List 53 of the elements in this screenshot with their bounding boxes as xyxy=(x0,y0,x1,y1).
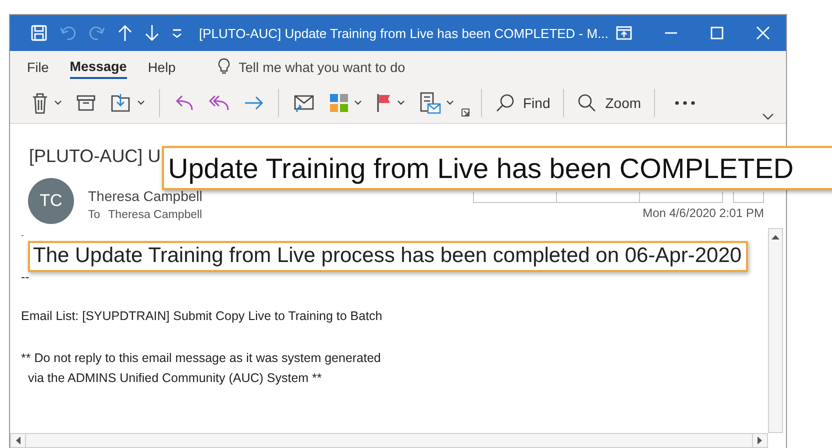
highlighted-text: The Update Training from Live process has been completed on 06-Apr-2020 xyxy=(28,241,748,272)
menu-tab[interactable]: Message xyxy=(70,55,127,79)
more-icon[interactable] xyxy=(674,100,696,106)
sent-date: Mon 4/6/2020 2:01 PM xyxy=(642,206,764,220)
window-title: [PLUTO-AUC] Update Training from Live has been COMPLETED - M... xyxy=(199,26,608,40)
message-subject: [PLUTO-AUC] U xyxy=(29,146,161,166)
horizontal-scrollbar[interactable] xyxy=(10,433,768,448)
dropdown-caret-icon[interactable] xyxy=(354,100,362,106)
zoom-button[interactable]: Zoom xyxy=(571,89,648,117)
folder-arrow-icon[interactable] xyxy=(110,93,132,113)
archive-box-icon[interactable] xyxy=(76,94,96,112)
magnifier-icon xyxy=(577,93,598,113)
body-text: via the ADMINS Unified Community (AUC) System ** xyxy=(26,370,323,387)
body-text: ** Do not reply to this email message as it was system generated xyxy=(21,350,382,367)
save-icon[interactable] xyxy=(30,24,48,42)
flag-icon[interactable] xyxy=(376,93,392,113)
expand-ribbon-icon[interactable] xyxy=(762,113,774,121)
dash-mark: - xyxy=(21,232,25,239)
down-arrow-icon[interactable] xyxy=(144,23,160,43)
lightbulb-icon xyxy=(218,58,230,76)
dropdown-caret-icon[interactable] xyxy=(137,100,145,106)
scroll-left-icon[interactable] xyxy=(15,436,21,445)
customize-caret-icon[interactable] xyxy=(171,27,183,39)
subject-callout: Update Training from Live has been COMPLETED xyxy=(162,146,832,190)
reply-all-icon[interactable] xyxy=(208,94,230,112)
maximize-icon[interactable] xyxy=(710,26,724,40)
envelope-icon[interactable] xyxy=(293,93,315,113)
vertical-scrollbar[interactable] xyxy=(768,228,783,433)
recipient-name: Theresa Campbell xyxy=(108,209,202,221)
sender-name: Theresa Campbell xyxy=(88,188,202,204)
trash-icon[interactable] xyxy=(31,92,49,114)
dropdown-caret-icon[interactable] xyxy=(54,100,62,106)
search-icon xyxy=(495,93,515,113)
scroll-up-icon[interactable] xyxy=(771,234,780,240)
body-text: Email List: [SYUPDTRAIN] Submit Copy Live to Training to Batch xyxy=(21,308,384,325)
up-arrow-icon[interactable] xyxy=(117,23,133,43)
document-envelope-icon[interactable] xyxy=(419,92,441,114)
reply-icon[interactable] xyxy=(174,94,194,112)
close-icon[interactable] xyxy=(756,26,770,40)
menu-tab[interactable]: Help xyxy=(148,56,176,78)
sender-avatar: TC xyxy=(28,178,74,224)
grid-icon[interactable] xyxy=(329,93,349,113)
forward-arrow-icon[interactable] xyxy=(244,95,264,111)
restore-icon[interactable] xyxy=(616,26,632,40)
find-button[interactable]: Find xyxy=(489,89,556,117)
dropdown-caret-icon[interactable] xyxy=(397,100,405,106)
menu-tab[interactable]: File xyxy=(27,56,49,78)
scroll-right-icon[interactable] xyxy=(757,436,763,445)
tell-me-search[interactable]: Tell me what you want to do xyxy=(218,58,406,76)
signature-separator: -- xyxy=(21,270,30,284)
to-label: To xyxy=(88,209,100,221)
dialog-launcher-icon[interactable] xyxy=(461,108,470,117)
dropdown-caret-icon[interactable] xyxy=(446,100,454,106)
